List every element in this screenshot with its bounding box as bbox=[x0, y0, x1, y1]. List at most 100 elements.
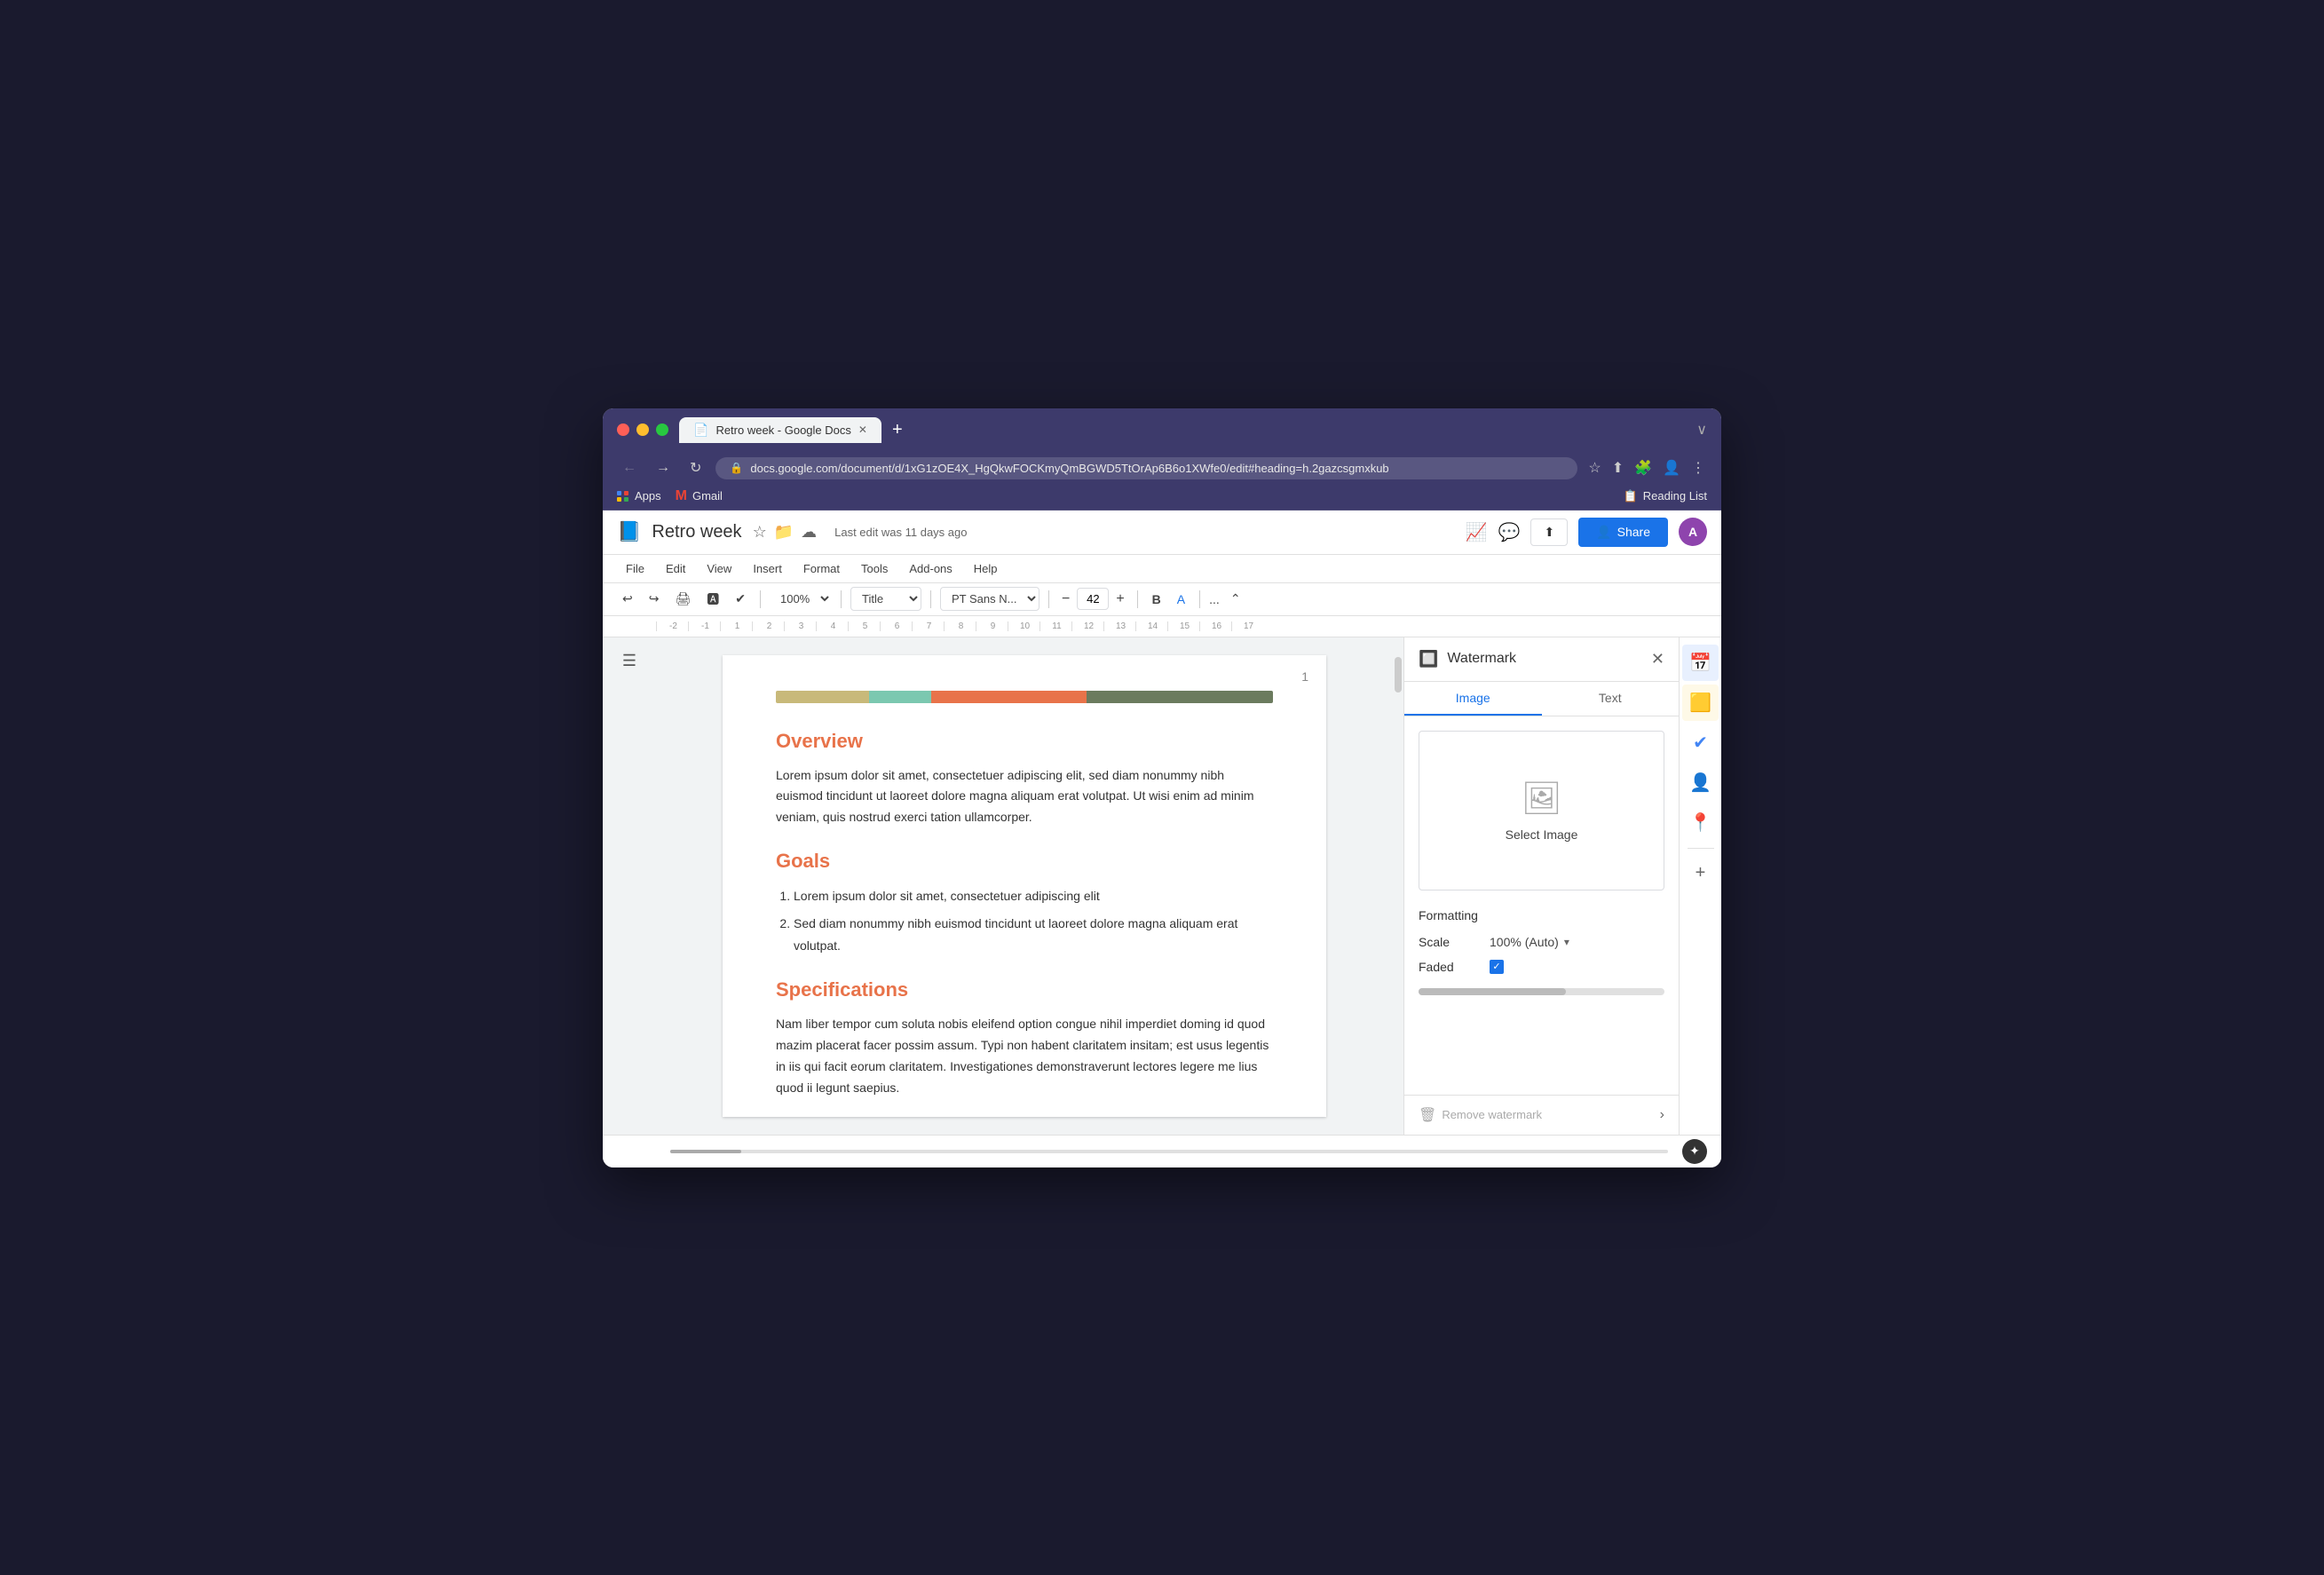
zoom-select[interactable]: 100% bbox=[770, 588, 832, 610]
bold-button[interactable]: B bbox=[1147, 589, 1166, 610]
document-scroll-area[interactable]: 1 Overview Lorem ipsum dolor sit amet, c… bbox=[656, 637, 1393, 1135]
watermark-scrollbar[interactable] bbox=[1419, 988, 1664, 995]
expand-panel-button[interactable]: › bbox=[1660, 1107, 1664, 1123]
comment-icon[interactable]: 💬 bbox=[1498, 521, 1521, 543]
active-tab[interactable]: 📄 Retro week - Google Docs ✕ bbox=[679, 417, 881, 443]
trends-icon[interactable]: 📈 bbox=[1466, 521, 1488, 543]
toolbar-separator-2 bbox=[841, 590, 842, 608]
tab-bar: 📄 Retro week - Google Docs ✕ + bbox=[679, 417, 1177, 443]
share-button[interactable]: 👤 Share bbox=[1578, 518, 1668, 547]
print-button[interactable]: 🖨 bbox=[669, 588, 696, 610]
redo-button[interactable]: ↪ bbox=[644, 588, 665, 610]
more-toolbar-button[interactable]: ... bbox=[1209, 592, 1220, 606]
reading-list-button[interactable]: 📋 Reading List bbox=[1624, 489, 1707, 503]
vertical-scrollbar[interactable] bbox=[1393, 637, 1403, 1135]
menu-tools[interactable]: Tools bbox=[852, 558, 897, 579]
ruler-mark: -2 bbox=[656, 621, 688, 631]
reload-button[interactable]: ↻ bbox=[684, 457, 707, 479]
toolbar-separator-1 bbox=[760, 590, 761, 608]
maximize-window-button[interactable] bbox=[656, 423, 668, 436]
forward-button[interactable]: → bbox=[651, 458, 676, 478]
google-check-icon[interactable]: ✔ bbox=[1686, 724, 1715, 761]
bookmarks-bar: Apps M Gmail 📋 Reading List bbox=[603, 485, 1721, 510]
last-edit-text[interactable]: Last edit was 11 days ago bbox=[834, 526, 967, 539]
watermark-scrollbar-thumb bbox=[1419, 988, 1566, 995]
watermark-image-selector[interactable]: 🖼 Select Image bbox=[1419, 731, 1664, 890]
minimize-window-button[interactable] bbox=[636, 423, 649, 436]
window-controls-chevron[interactable]: ∨ bbox=[1696, 421, 1707, 439]
progress-segment-3 bbox=[931, 691, 1087, 703]
google-maps-icon[interactable]: 📍 bbox=[1682, 804, 1719, 841]
google-calendar-icon[interactable]: 📅 bbox=[1682, 645, 1719, 681]
user-avatar[interactable]: A bbox=[1679, 518, 1707, 546]
scrollbar-thumb[interactable] bbox=[1395, 657, 1402, 693]
ruler-mark: 7 bbox=[912, 621, 944, 631]
remove-watermark-button[interactable]: 🗑 Remove watermark bbox=[1419, 1106, 1542, 1124]
style-select[interactable]: Title bbox=[850, 587, 921, 611]
menu-file[interactable]: File bbox=[617, 558, 653, 579]
more-options-icon[interactable]: ⋮ bbox=[1689, 457, 1707, 479]
scale-text: 100% (Auto) bbox=[1490, 935, 1559, 949]
remove-watermark-label: Remove watermark bbox=[1442, 1108, 1542, 1121]
watermark-close-button[interactable]: ✕ bbox=[1651, 650, 1664, 669]
goals-heading: Goals bbox=[776, 850, 1273, 873]
menu-insert[interactable]: Insert bbox=[744, 558, 791, 579]
watermark-tab-text[interactable]: Text bbox=[1542, 682, 1680, 716]
faded-checkbox[interactable]: ✓ bbox=[1490, 960, 1504, 974]
faded-checkbox-row: ✓ bbox=[1490, 960, 1504, 974]
bookmark-apps[interactable]: Apps bbox=[617, 489, 661, 503]
menu-help[interactable]: Help bbox=[965, 558, 1007, 579]
tab-close-button[interactable]: ✕ bbox=[858, 423, 867, 436]
font-select[interactable]: PT Sans N... bbox=[940, 587, 1039, 611]
google-tasks-icon[interactable]: 🟨 bbox=[1682, 685, 1719, 721]
folder-icon[interactable]: 📁 bbox=[774, 523, 794, 542]
formatting-section: Formatting Scale 100% (Auto) ▾ Faded ✓ bbox=[1419, 908, 1664, 974]
spell-check-button[interactable]: ✔ bbox=[730, 588, 751, 610]
font-size-decrease-button[interactable]: − bbox=[1058, 590, 1073, 609]
horizontal-scrollbar[interactable] bbox=[670, 1150, 1668, 1153]
url-bar[interactable]: 🔒 docs.google.com/document/d/1xG1zOE4X_H… bbox=[715, 457, 1577, 479]
bookmark-gmail[interactable]: M Gmail bbox=[676, 488, 723, 504]
publish-button[interactable]: ⬆ bbox=[1530, 518, 1568, 546]
menu-addons[interactable]: Add-ons bbox=[900, 558, 960, 579]
menu-edit[interactable]: Edit bbox=[657, 558, 694, 579]
doc-structure-icon[interactable]: ☰ bbox=[622, 652, 636, 670]
apps-grid-icon bbox=[617, 491, 629, 502]
back-button[interactable]: ← bbox=[617, 458, 642, 478]
collapse-toolbar-button[interactable]: ⌃ bbox=[1225, 588, 1246, 610]
undo-button[interactable]: ↩ bbox=[617, 588, 638, 610]
font-size-input[interactable] bbox=[1077, 588, 1109, 610]
watermark-tab-image[interactable]: Image bbox=[1404, 682, 1542, 716]
document-title[interactable]: Retro week bbox=[652, 522, 741, 542]
scale-row: Scale 100% (Auto) ▾ bbox=[1419, 935, 1664, 949]
goals-item-1: Lorem ipsum dolor sit amet, consectetuer… bbox=[794, 885, 1273, 907]
close-window-button[interactable] bbox=[617, 423, 629, 436]
publish-icon: ⬆ bbox=[1544, 525, 1554, 540]
add-sidebar-button[interactable]: + bbox=[1688, 856, 1713, 890]
font-size-increase-button[interactable]: + bbox=[1112, 590, 1127, 609]
goals-item-2: Sed diam nonummy nibh euismod tincidunt … bbox=[794, 913, 1273, 957]
address-actions: ☆ ⬆ 🧩 👤 ⋮ bbox=[1586, 457, 1707, 479]
cloud-icon[interactable]: ☁ bbox=[801, 523, 817, 542]
extensions-icon[interactable]: 🧩 bbox=[1632, 457, 1654, 479]
new-tab-button[interactable]: + bbox=[885, 420, 910, 440]
star-icon[interactable]: ☆ bbox=[753, 523, 767, 542]
main-area: ☰ 1 Overview Lorem ipsum dolor sit amet,… bbox=[603, 637, 1721, 1135]
scale-dropdown-arrow[interactable]: ▾ bbox=[1564, 936, 1569, 948]
ruler-mark: 4 bbox=[816, 621, 848, 631]
progress-segment-1 bbox=[776, 691, 869, 703]
google-contacts-icon[interactable]: 👤 bbox=[1682, 764, 1719, 801]
ruler-mark: 2 bbox=[752, 621, 784, 631]
specs-text: Nam liber tempor cum soluta nobis eleife… bbox=[776, 1014, 1273, 1098]
fab-button[interactable]: ✦ bbox=[1682, 1139, 1707, 1164]
menu-view[interactable]: View bbox=[698, 558, 740, 579]
ruler-mark: 14 bbox=[1135, 621, 1167, 631]
progress-segment-4 bbox=[1087, 691, 1273, 703]
format-color-button[interactable]: A bbox=[1172, 589, 1190, 610]
menu-format[interactable]: Format bbox=[794, 558, 849, 579]
toolbar: ↩ ↪ 🖨 🅰 ✔ 100% Title PT Sans N... − + B … bbox=[603, 583, 1721, 616]
share-page-icon[interactable]: ⬆ bbox=[1610, 457, 1625, 479]
paint-format-button[interactable]: 🅰 bbox=[701, 587, 724, 612]
bookmark-star-icon[interactable]: ☆ bbox=[1586, 457, 1602, 479]
profile-icon[interactable]: 👤 bbox=[1661, 457, 1682, 479]
